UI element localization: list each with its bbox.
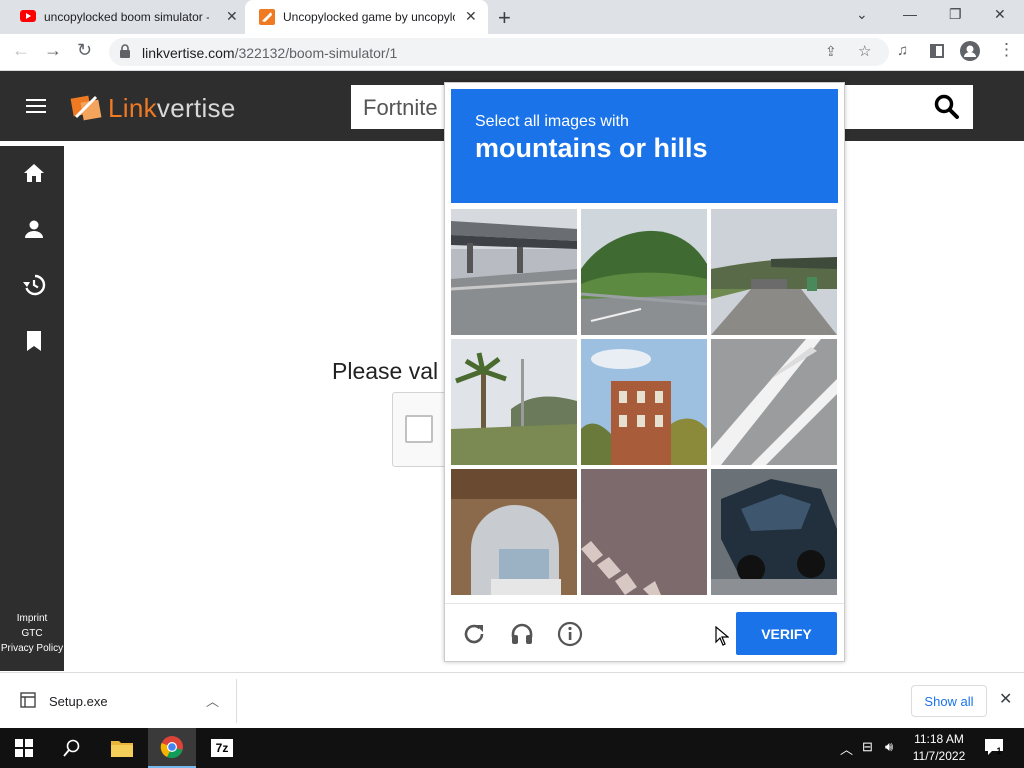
search-icon bbox=[63, 739, 80, 757]
menu-kebab-icon[interactable]: ⋮ bbox=[998, 40, 1015, 60]
browser-toolbar: ← → ↻ linkvertise.com/322132/boom-simula… bbox=[0, 34, 1024, 71]
recaptcha-checkbox[interactable] bbox=[405, 415, 433, 443]
shelf-separator bbox=[236, 679, 237, 723]
captcha-header: Select all images with mountains or hill… bbox=[451, 89, 838, 203]
sevenzip-icon: 7z bbox=[211, 739, 233, 757]
captcha-tile-7[interactable] bbox=[451, 469, 577, 595]
brand-part-link: Link bbox=[108, 93, 157, 123]
url-domain: linkvertise.com bbox=[142, 45, 235, 61]
forward-icon[interactable]: → bbox=[44, 40, 62, 61]
hamburger-menu-icon[interactable] bbox=[26, 99, 46, 113]
captcha-tile-5[interactable] bbox=[581, 339, 707, 465]
audio-challenge-icon[interactable] bbox=[509, 621, 535, 647]
notification-count-badge: 1 bbox=[996, 746, 1002, 756]
volume-icon[interactable]: 🔊︎ bbox=[885, 739, 893, 755]
youtube-icon bbox=[20, 10, 36, 22]
lock-icon[interactable] bbox=[119, 44, 131, 58]
close-tab-icon[interactable]: ✕ bbox=[465, 8, 477, 25]
captcha-target: mountains or hills bbox=[475, 133, 708, 163]
close-window-icon[interactable]: ✕ bbox=[994, 6, 1006, 23]
brand-name[interactable]: Linkvertise bbox=[108, 93, 236, 124]
captcha-tile-8[interactable] bbox=[581, 469, 707, 595]
history-icon[interactable] bbox=[22, 273, 46, 297]
please-validate-text: Please val bbox=[332, 358, 439, 384]
new-tab-button[interactable]: + bbox=[498, 5, 511, 31]
site-sidebar: Imprint GTC Privacy Policy bbox=[0, 146, 64, 671]
clock-date: 11/7/2022 bbox=[912, 749, 966, 763]
notification-center-icon[interactable]: 1 bbox=[984, 738, 1004, 756]
browser-tab-strip: uncopylocked boom simulator - ✕ Uncopylo… bbox=[0, 0, 1024, 34]
side-panel-icon[interactable] bbox=[930, 44, 944, 58]
start-button[interactable] bbox=[0, 728, 48, 768]
captcha-tile-2[interactable] bbox=[581, 209, 707, 335]
restore-icon[interactable]: ❐ bbox=[949, 6, 962, 23]
captcha-tile-4[interactable] bbox=[451, 339, 577, 465]
imprint-link[interactable]: Imprint bbox=[0, 611, 64, 626]
mouse-cursor-icon bbox=[715, 626, 729, 646]
verify-button[interactable]: VERIFY bbox=[736, 612, 837, 655]
privacy-policy-link[interactable]: Privacy Policy bbox=[0, 641, 64, 656]
profile-icon[interactable] bbox=[22, 217, 46, 241]
info-icon[interactable] bbox=[557, 621, 583, 647]
reload-icon[interactable]: ↻ bbox=[77, 40, 92, 61]
windows-logo-icon bbox=[15, 739, 33, 757]
gtc-link[interactable]: GTC bbox=[0, 626, 64, 641]
address-bar[interactable]: linkvertise.com/322132/boom-simulator/1 … bbox=[109, 38, 889, 66]
download-options-chevron-icon[interactable]: ︿ bbox=[206, 691, 219, 710]
chrome-icon bbox=[160, 736, 183, 759]
captcha-instruction: Select all images with bbox=[475, 113, 629, 130]
close-shelf-icon[interactable]: ✕ bbox=[999, 689, 1012, 709]
url-text[interactable]: linkvertise.com/322132/boom-simulator/1 bbox=[142, 45, 397, 61]
recaptcha-widget bbox=[392, 392, 452, 467]
chrome-taskbar-button[interactable] bbox=[148, 728, 196, 768]
bookmark-star-icon[interactable]: ☆ bbox=[858, 42, 871, 60]
tab-linkvertise[interactable]: Uncopylocked game by uncopylo ✕ bbox=[245, 0, 488, 34]
minimize-icon[interactable]: — bbox=[903, 6, 917, 22]
captcha-challenge-popup: Select all images with mountains or hill… bbox=[444, 82, 845, 662]
media-control-icon[interactable]: ♫ bbox=[897, 42, 908, 59]
tab-title: uncopylocked boom simulator - bbox=[44, 10, 209, 24]
clock-time: 11:18 AM bbox=[914, 732, 964, 746]
search-icon[interactable] bbox=[934, 93, 960, 121]
system-clock[interactable]: 11:18 AM 11/7/2022 bbox=[906, 731, 972, 765]
back-icon[interactable]: ← bbox=[12, 40, 30, 61]
url-path: /322132/boom-simulator/1 bbox=[234, 45, 398, 61]
captcha-tile-1[interactable] bbox=[451, 209, 577, 335]
sidebar-footer: Imprint GTC Privacy Policy bbox=[0, 611, 64, 656]
close-tab-icon[interactable]: ✕ bbox=[226, 8, 238, 25]
tab-search-chevron-icon[interactable]: ⌄ bbox=[856, 6, 868, 23]
folder-icon bbox=[111, 741, 133, 757]
captcha-tile-9[interactable] bbox=[711, 469, 837, 595]
windows-taskbar: 7z ︿ ⊟ 🔊︎ 11:18 AM 11/7/2022 1 bbox=[0, 728, 1024, 768]
file-explorer-button[interactable] bbox=[98, 728, 146, 768]
show-hidden-icons-chevron-icon[interactable]: ︿ bbox=[840, 739, 853, 758]
network-icon[interactable]: ⊟ bbox=[862, 739, 873, 755]
linkvertise-favicon-icon bbox=[259, 9, 275, 25]
show-all-downloads-button[interactable]: Show all bbox=[911, 685, 987, 717]
profile-avatar-icon[interactable] bbox=[960, 41, 980, 61]
captcha-tile-3[interactable] bbox=[711, 209, 837, 335]
bookmark-icon[interactable] bbox=[22, 329, 46, 353]
sevenzip-taskbar-button[interactable]: 7z bbox=[198, 728, 246, 768]
brand-part-vertise: vertise bbox=[156, 93, 236, 123]
search-input[interactable]: Fortnite bbox=[363, 95, 438, 121]
download-filename[interactable]: Setup.exe bbox=[49, 694, 108, 709]
captcha-footer-divider bbox=[445, 603, 844, 604]
installer-file-icon bbox=[20, 692, 36, 708]
home-icon[interactable] bbox=[22, 161, 46, 185]
linkvertise-logo-icon[interactable] bbox=[70, 91, 102, 123]
share-icon[interactable]: ⇪ bbox=[825, 43, 837, 60]
captcha-tile-6[interactable] bbox=[711, 339, 837, 465]
tab-title: Uncopylocked game by uncopylo bbox=[283, 10, 455, 24]
download-shelf: Setup.exe ︿ Show all ✕ bbox=[0, 672, 1024, 728]
tab-youtube[interactable]: uncopylocked boom simulator - ✕ bbox=[0, 0, 245, 34]
reload-challenge-icon[interactable] bbox=[461, 621, 487, 647]
taskbar-search-button[interactable] bbox=[48, 728, 96, 768]
